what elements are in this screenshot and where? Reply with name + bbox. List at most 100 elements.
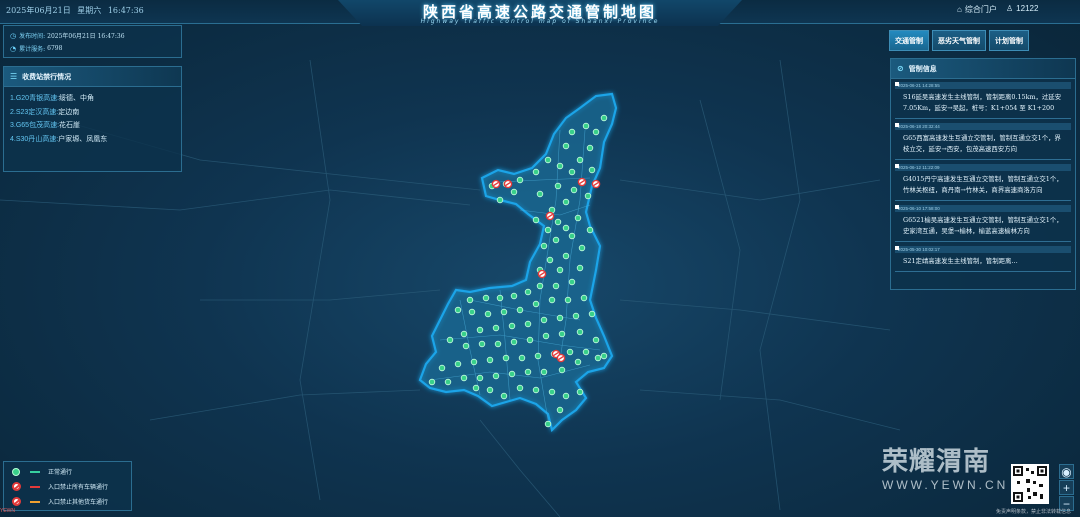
control-list[interactable]: 2025-06-21 14:28:55 S16延吴高速发生主线管制，管制距离0.…: [891, 79, 1075, 289]
station-normal-marker[interactable]: [527, 337, 533, 343]
station-normal-marker[interactable]: [445, 379, 451, 385]
station-normal-marker[interactable]: [563, 253, 569, 259]
station-normal-marker[interactable]: [545, 157, 551, 163]
station-closed-marker[interactable]: [592, 180, 599, 187]
station-normal-marker[interactable]: [587, 227, 593, 233]
station-normal-marker[interactable]: [439, 365, 445, 371]
station-normal-marker[interactable]: [501, 309, 507, 315]
station-normal-marker[interactable]: [479, 341, 485, 347]
station-normal-marker[interactable]: [589, 167, 595, 173]
station-normal-marker[interactable]: [577, 265, 583, 271]
station-normal-marker[interactable]: [509, 371, 515, 377]
station-normal-marker[interactable]: [537, 283, 543, 289]
station-normal-marker[interactable]: [487, 357, 493, 363]
station-normal-marker[interactable]: [533, 387, 539, 393]
station-normal-marker[interactable]: [563, 143, 569, 149]
station-normal-marker[interactable]: [467, 297, 473, 303]
station-normal-marker[interactable]: [493, 373, 499, 379]
station-normal-marker[interactable]: [533, 169, 539, 175]
station-normal-marker[interactable]: [557, 163, 563, 169]
station-normal-marker[interactable]: [553, 283, 559, 289]
station-closed-marker[interactable]: [578, 178, 585, 185]
station-normal-marker[interactable]: [587, 145, 593, 151]
station-normal-marker[interactable]: [497, 197, 503, 203]
list-item[interactable]: 1.G20青银高速:绥德、中角: [10, 92, 175, 106]
station-normal-marker[interactable]: [485, 311, 491, 317]
station-normal-marker[interactable]: [549, 389, 555, 395]
control-card[interactable]: 2025-06-12 11:22:09 G4015丹宁高速发生互通立交管制，管制…: [895, 164, 1071, 201]
station-normal-marker[interactable]: [545, 227, 551, 233]
station-normal-marker[interactable]: [559, 331, 565, 337]
station-normal-marker[interactable]: [569, 279, 575, 285]
station-normal-marker[interactable]: [509, 323, 515, 329]
station-closed-marker[interactable]: [557, 354, 564, 361]
station-normal-marker[interactable]: [471, 359, 477, 365]
station-normal-marker[interactable]: [533, 217, 539, 223]
station-normal-marker[interactable]: [567, 349, 573, 355]
user-link[interactable]: ♙ 12122: [1006, 4, 1038, 13]
station-normal-marker[interactable]: [497, 295, 503, 301]
station-normal-marker[interactable]: [473, 385, 479, 391]
list-item[interactable]: 4.S30丹山高速:户家塬、凤凰东: [10, 133, 175, 147]
station-normal-marker[interactable]: [559, 367, 565, 373]
portal-link[interactable]: ⌂ 综合门户: [957, 4, 997, 15]
station-normal-marker[interactable]: [553, 237, 559, 243]
station-normal-marker[interactable]: [493, 325, 499, 331]
station-normal-marker[interactable]: [569, 129, 575, 135]
station-normal-marker[interactable]: [569, 169, 575, 175]
station-normal-marker[interactable]: [577, 157, 583, 163]
station-normal-marker[interactable]: [589, 311, 595, 317]
station-normal-marker[interactable]: [555, 219, 561, 225]
station-normal-marker[interactable]: [541, 243, 547, 249]
station-normal-marker[interactable]: [577, 389, 583, 395]
station-normal-marker[interactable]: [569, 233, 575, 239]
station-normal-marker[interactable]: [455, 361, 461, 367]
station-closed-marker[interactable]: [504, 180, 511, 187]
station-normal-marker[interactable]: [565, 297, 571, 303]
station-normal-marker[interactable]: [463, 343, 469, 349]
station-normal-marker[interactable]: [535, 353, 541, 359]
station-normal-marker[interactable]: [563, 199, 569, 205]
station-normal-marker[interactable]: [593, 337, 599, 343]
station-normal-marker[interactable]: [503, 355, 509, 361]
station-normal-marker[interactable]: [477, 327, 483, 333]
control-card[interactable]: 2025-05-30 10:02:17 S21定靖高速发生主线管制，管制距离…: [895, 246, 1071, 272]
station-normal-marker[interactable]: [581, 295, 587, 301]
control-card[interactable]: 2025-06-21 14:28:55 S16延吴高速发生主线管制，管制距离0.…: [895, 82, 1071, 119]
station-closed-marker[interactable]: [492, 180, 499, 187]
station-normal-marker[interactable]: [563, 393, 569, 399]
list-item[interactable]: 3.G65包茂高速:花石崖: [10, 119, 175, 133]
station-normal-marker[interactable]: [511, 339, 517, 345]
station-normal-marker[interactable]: [511, 293, 517, 299]
station-normal-marker[interactable]: [541, 317, 547, 323]
station-normal-marker[interactable]: [563, 225, 569, 231]
station-normal-marker[interactable]: [429, 379, 435, 385]
station-normal-marker[interactable]: [545, 421, 551, 427]
station-normal-marker[interactable]: [447, 337, 453, 343]
station-normal-marker[interactable]: [517, 385, 523, 391]
control-card[interactable]: 2025-06-10 17:58:00 G6521榆吴高速发生互通立交管制，管制…: [895, 205, 1071, 242]
station-normal-marker[interactable]: [525, 289, 531, 295]
station-closed-marker[interactable]: [546, 212, 553, 219]
tab-traffic-control[interactable]: 交通管制: [889, 30, 929, 51]
station-normal-marker[interactable]: [593, 129, 599, 135]
station-normal-marker[interactable]: [585, 193, 591, 199]
control-card[interactable]: 2025-06-18 20:32:44 G65西富高速发生互通立交管制，管制互通…: [895, 123, 1071, 160]
station-normal-marker[interactable]: [595, 355, 601, 361]
station-normal-marker[interactable]: [549, 297, 555, 303]
station-normal-marker[interactable]: [487, 387, 493, 393]
station-normal-marker[interactable]: [575, 215, 581, 221]
station-normal-marker[interactable]: [511, 189, 517, 195]
station-normal-marker[interactable]: [525, 321, 531, 327]
zoom-in-button[interactable]: +: [1059, 480, 1074, 495]
list-item[interactable]: 2.S23定汉高速:定边南: [10, 106, 175, 120]
station-normal-marker[interactable]: [541, 369, 547, 375]
station-normal-marker[interactable]: [601, 353, 607, 359]
station-normal-marker[interactable]: [583, 349, 589, 355]
station-normal-marker[interactable]: [455, 307, 461, 313]
station-normal-marker[interactable]: [601, 115, 607, 121]
station-normal-marker[interactable]: [501, 393, 507, 399]
locate-button[interactable]: ◉: [1059, 464, 1074, 479]
station-normal-marker[interactable]: [571, 187, 577, 193]
station-normal-marker[interactable]: [461, 375, 467, 381]
